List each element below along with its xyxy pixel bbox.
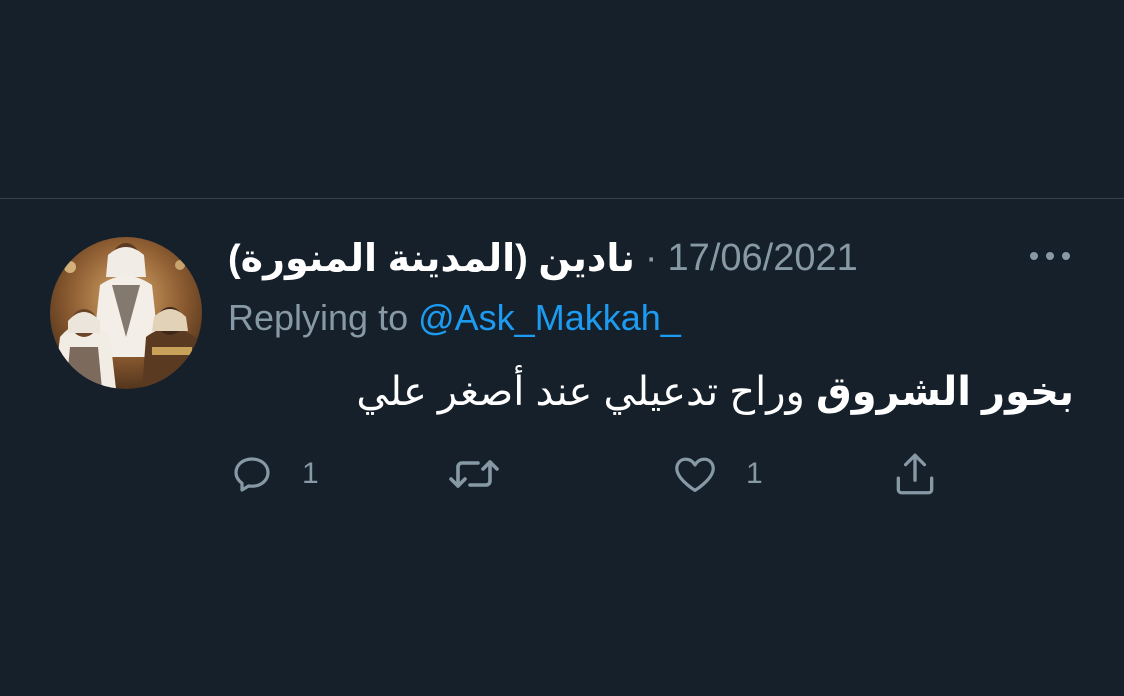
header-separator: · [644, 236, 658, 279]
replying-handle-link[interactable]: @Ask_Makkah_ [418, 297, 681, 338]
more-options-button[interactable] [1026, 244, 1076, 268]
replying-prefix: Replying to [228, 297, 409, 338]
like-count: 1 [746, 457, 763, 490]
share-icon [896, 453, 934, 495]
reply-icon [234, 457, 270, 492]
display-name[interactable]: نادين (المدينة المنورة) [228, 236, 635, 281]
share-button[interactable] [890, 446, 940, 502]
tweet-actions: 1 1 [0, 446, 1124, 502]
reply-button[interactable]: 1 [228, 446, 319, 502]
tweet-text: بخور الشروق وراح تدعيلي عند أصغر علي [356, 369, 1074, 415]
reply-count: 1 [302, 457, 319, 490]
avatar[interactable] [50, 237, 202, 389]
retweet-icon [449, 460, 499, 488]
tweet-header: نادين (المدينة المنورة) · 17/06/2021 [228, 235, 858, 281]
avatar-image [50, 237, 202, 389]
more-horizontal-icon [1030, 252, 1070, 260]
heart-icon [675, 457, 715, 492]
tweet[interactable]: نادين (المدينة المنورة) · 17/06/2021 Rep… [0, 199, 1124, 696]
tweet-date[interactable]: 17/06/2021 [668, 237, 858, 280]
retweet-button[interactable] [446, 446, 528, 502]
tweet-text-rest: وراح تدعيلي عند أصغر علي [356, 370, 805, 414]
tweet-text-bold: بخور الشروق [815, 370, 1074, 414]
like-button[interactable]: 1 [670, 446, 763, 502]
replying-to: Replying to @Ask_Makkah_ [228, 297, 681, 339]
